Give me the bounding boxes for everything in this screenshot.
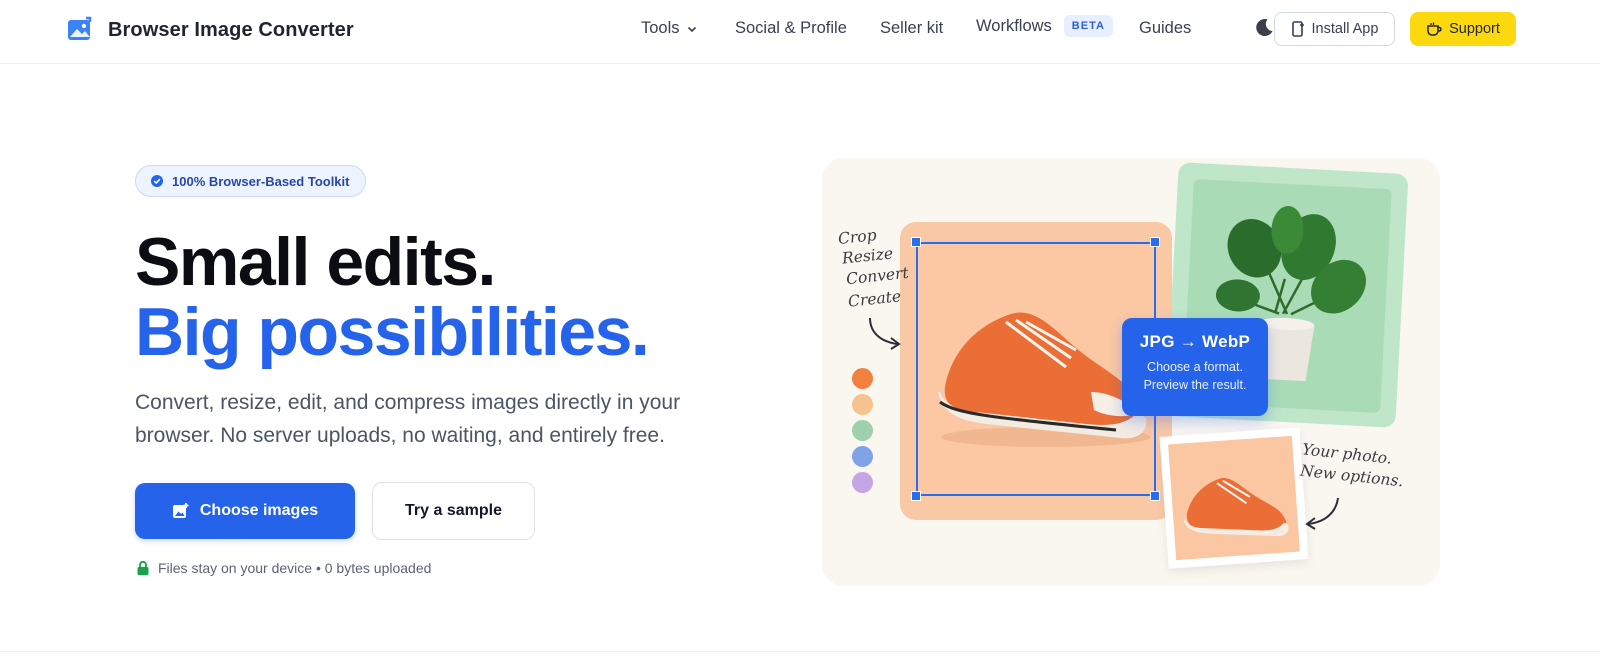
support-label: Support <box>1449 21 1500 37</box>
small-sneaker-image <box>1183 478 1289 537</box>
nav-guides-label: Guides <box>1139 19 1192 37</box>
install-app-label: Install App <box>1311 21 1379 37</box>
nav-seller-kit-label: Seller kit <box>880 19 944 37</box>
nav-workflows-label: Workflows <box>976 16 1052 35</box>
try-sample-label: Try a sample <box>405 502 502 519</box>
section-divider <box>0 651 1600 652</box>
swatch-purple <box>852 472 873 493</box>
crop-selection-box[interactable] <box>916 242 1156 496</box>
format-title: JPG → WebP <box>1139 332 1251 351</box>
beta-badge: BETA <box>1063 15 1113 37</box>
nav-tools-label: Tools <box>641 19 680 37</box>
crop-handle-bottom-right[interactable] <box>1150 491 1160 501</box>
image-logo-icon <box>68 16 92 40</box>
format-conversion-card: JPG → WebP Choose a format. Preview the … <box>1122 318 1268 416</box>
crop-handle-top-right[interactable] <box>1150 237 1160 247</box>
choose-images-button[interactable]: Choose images <box>135 483 355 539</box>
curved-arrow-back-icon <box>1305 497 1339 530</box>
result-thumbnail-photo <box>1168 435 1300 561</box>
nav-tools[interactable]: Tools <box>641 19 698 38</box>
nav-workflows[interactable]: Workflows BETA <box>976 15 1113 37</box>
result-thumbnail <box>1159 427 1309 569</box>
install-app-icon <box>1291 21 1304 37</box>
support-button[interactable]: Support <box>1410 12 1516 46</box>
install-app-button[interactable]: Install App <box>1274 12 1395 46</box>
swatch-peach <box>852 394 873 415</box>
chevron-down-icon <box>687 26 696 32</box>
add-image-icon <box>172 503 189 518</box>
nav-social-profile-label: Social & Profile <box>735 19 847 37</box>
curved-arrow-icon <box>869 317 901 350</box>
lock-icon <box>137 560 149 575</box>
browser-toolkit-badge: 100% Browser-Based Toolkit <box>135 165 367 197</box>
nav-social-profile[interactable]: Social & Profile <box>735 19 847 38</box>
choose-images-label: Choose images <box>199 502 319 519</box>
top-navigation-bar: Browser Image Converter Tools Social & P… <box>0 0 1600 64</box>
swatch-green <box>852 420 873 441</box>
nav-guides[interactable]: Guides <box>1139 19 1191 38</box>
swatch-orange <box>852 368 873 389</box>
privacy-note: Files stay on your device • 0 bytes uplo… <box>136 560 431 576</box>
coffee-cup-icon <box>1427 22 1442 36</box>
format-subtitle-1: Choose a format. <box>1147 360 1243 374</box>
badge-label: 100% Browser-Based Toolkit <box>172 173 350 189</box>
swatch-blue <box>852 446 873 467</box>
crop-handle-bottom-left[interactable] <box>911 491 921 501</box>
crop-handle-top-left[interactable] <box>911 237 921 247</box>
verified-check-icon <box>151 175 163 187</box>
headline-line-1: Small edits. <box>135 224 496 300</box>
format-subtitle-2: Preview the result. <box>1143 378 1247 392</box>
headline-line-2: Big possibilities. <box>135 294 650 370</box>
brand-name: Browser Image Converter <box>108 18 354 41</box>
dark-mode-moon-icon[interactable] <box>1252 16 1276 40</box>
hero-description: Convert, resize, edit, and compress imag… <box>135 391 681 447</box>
privacy-note-text: Files stay on your device • 0 bytes uplo… <box>158 560 432 576</box>
brand[interactable]: Browser Image Converter <box>66 16 354 44</box>
try-sample-button[interactable]: Try a sample <box>372 482 535 540</box>
nav-seller-kit[interactable]: Seller kit <box>880 19 943 38</box>
